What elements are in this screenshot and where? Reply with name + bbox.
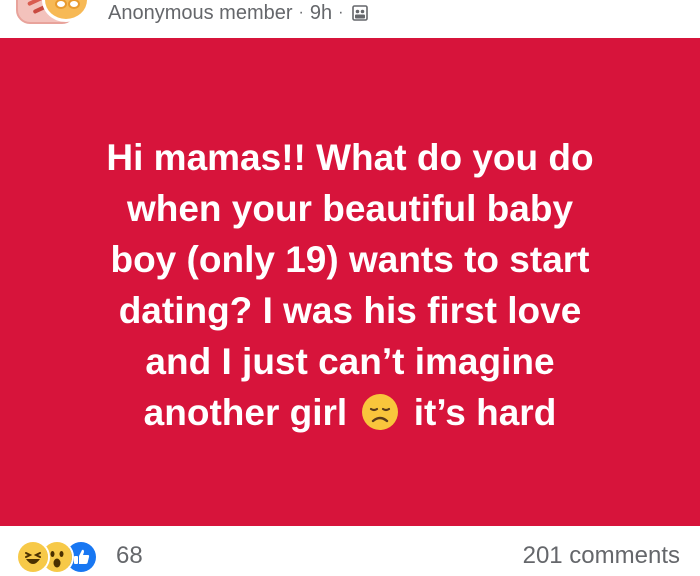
post-line: another girl it’s hard (40, 387, 660, 438)
avatar[interactable] (0, 0, 96, 24)
post-time[interactable]: 9h (310, 2, 332, 25)
meta-separator: · (298, 4, 304, 21)
post-line-text: it’s hard (413, 392, 557, 433)
post-background: Hi mamas!! What do you do when your beau… (0, 38, 700, 526)
post-text: Hi mamas!! What do you do when your beau… (40, 132, 660, 438)
disappointed-face-icon (361, 393, 399, 431)
reaction-summary[interactable] (16, 540, 112, 574)
comments-link[interactable]: 201 comments (523, 542, 680, 570)
meta-separator: · (338, 4, 344, 21)
post-line: dating? I was his first love (118, 290, 582, 331)
haha-reaction-icon (16, 540, 50, 574)
post-line: when your beautiful baby (126, 188, 574, 229)
group-privacy-icon[interactable] (351, 4, 369, 22)
post-line-text: another girl (143, 392, 348, 433)
post-footer: 68 201 comments (0, 526, 700, 576)
post-line: boy (only 19) wants to start (110, 239, 590, 280)
post-line: and I just can’t imagine (145, 341, 555, 382)
post-header: Anonymous member · 9h · (0, 0, 700, 38)
author-name[interactable]: Anonymous member (108, 2, 293, 25)
reaction-count[interactable]: 68 (116, 542, 143, 570)
post-line: Hi mamas!! What do you do (106, 137, 594, 178)
post-meta: Anonymous member · 9h · (108, 2, 369, 24)
